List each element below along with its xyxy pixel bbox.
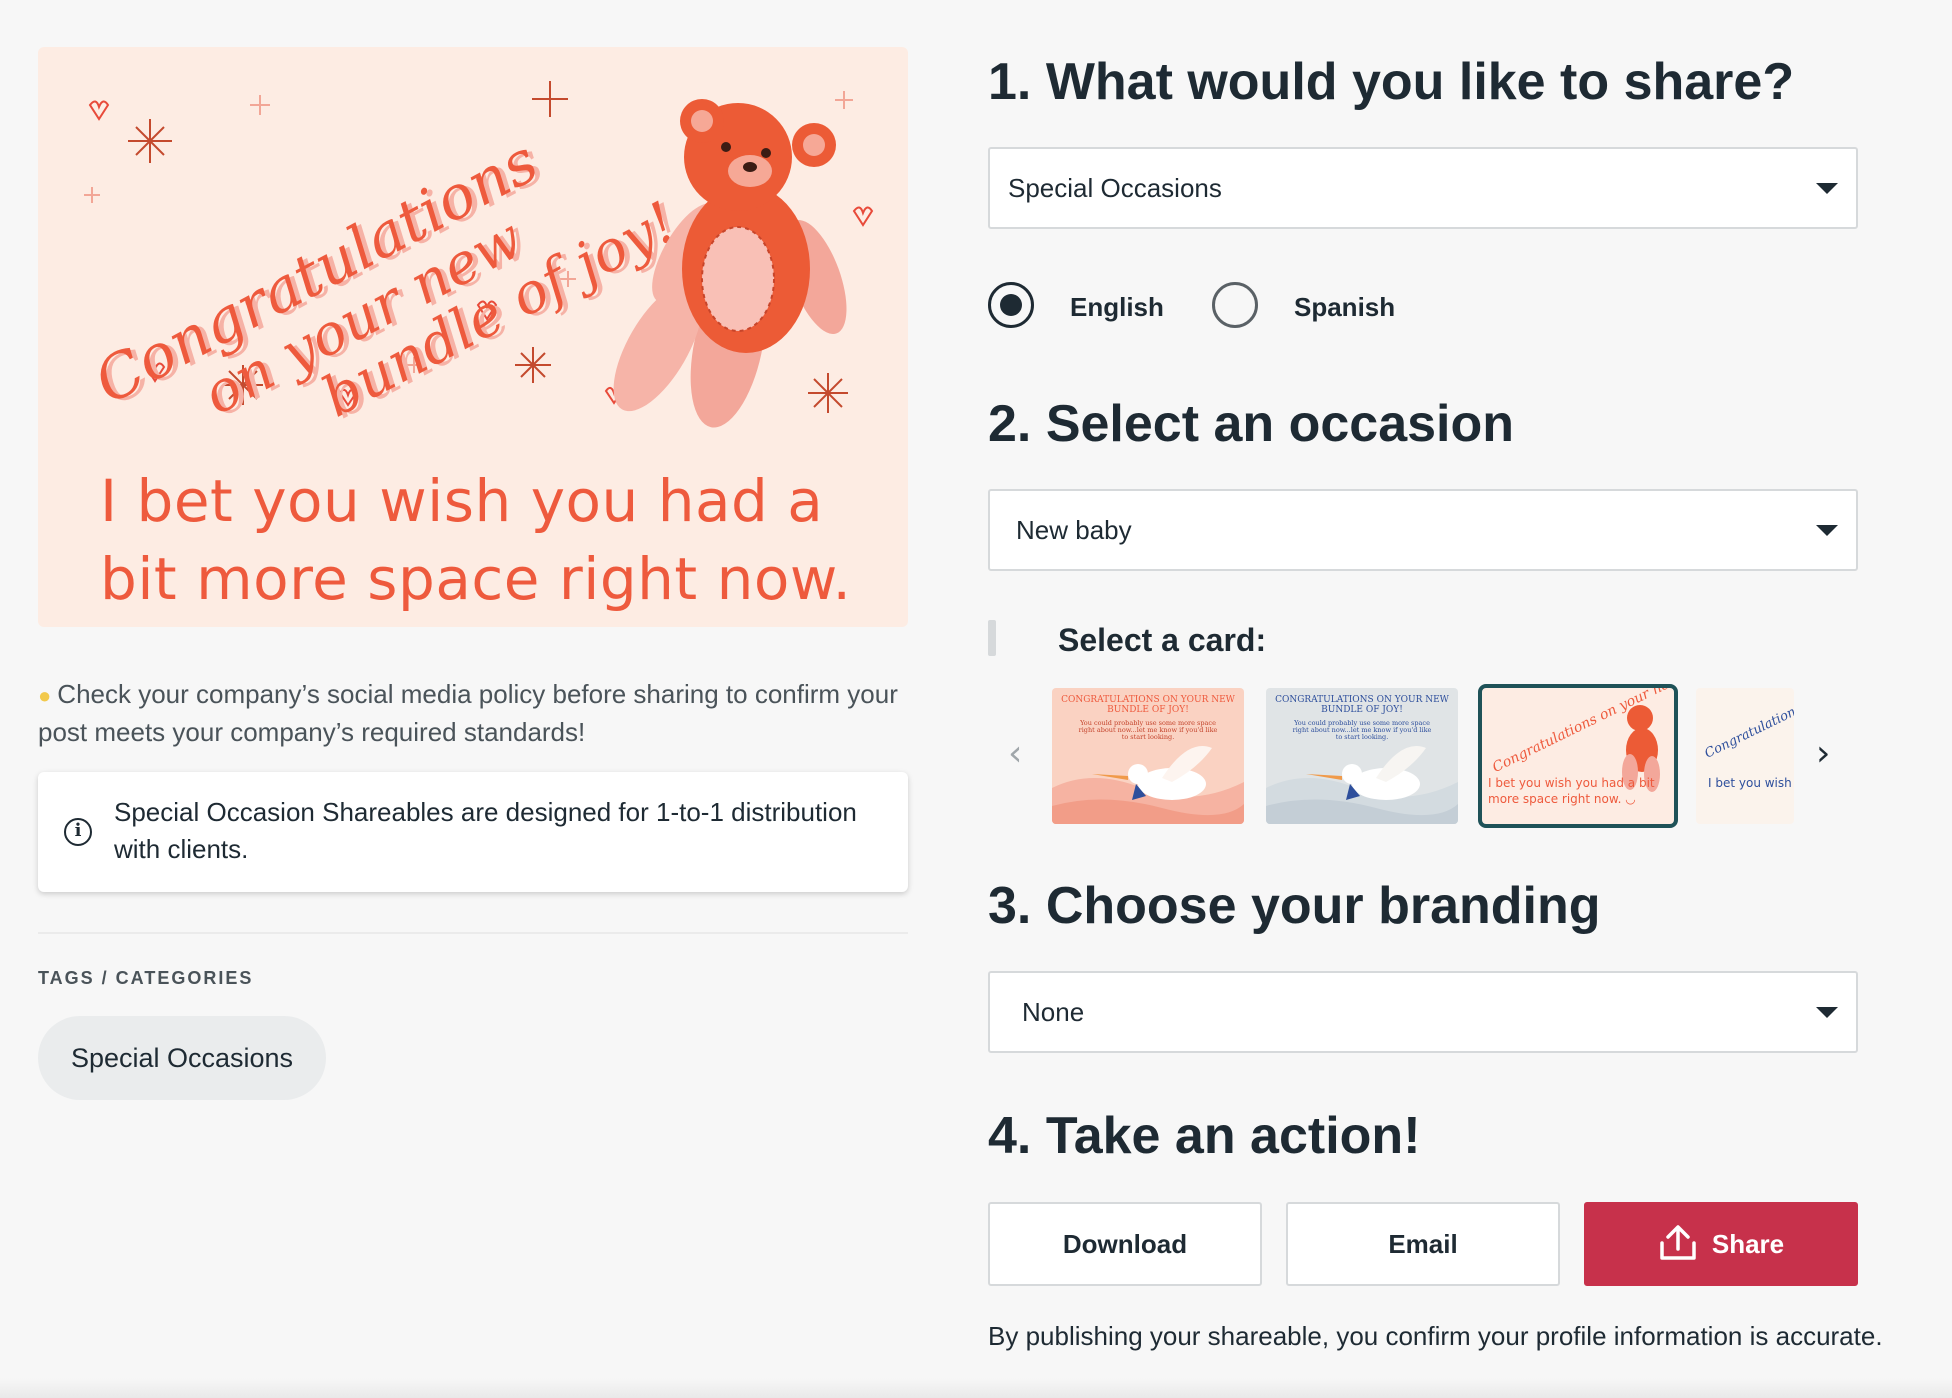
- bottom-edge: [0, 1378, 1952, 1398]
- occasion-select[interactable]: New baby: [988, 489, 1858, 571]
- occasion-value: New baby: [1016, 515, 1132, 545]
- card-thumb-4-title: Congratulations on your new bundle: [1702, 688, 1794, 762]
- card-thumb-2-body: You could probably use some more space r…: [1292, 719, 1432, 742]
- carousel-prev-icon[interactable]: ‹: [1008, 736, 1022, 772]
- publish-disclaimer: By publishing your shareable, you confir…: [988, 1321, 1883, 1351]
- card-thumb-1[interactable]: CONGRATULATIONS ON YOUR NEW BUNDLE OF JO…: [1052, 688, 1244, 824]
- policy-tip-text: Check your company’s social media policy…: [38, 679, 898, 747]
- upload-icon: [1660, 1225, 1696, 1260]
- info-notice-text: Special Occasion Shareables are designed…: [114, 797, 857, 864]
- english-radio[interactable]: [988, 282, 1034, 328]
- spanish-label[interactable]: Spanish: [1294, 292, 1395, 323]
- branding-value: None: [1022, 997, 1085, 1027]
- download-button[interactable]: Download: [988, 1202, 1262, 1286]
- caret-down-icon: [1816, 183, 1838, 194]
- select-card-label: Select a card:: [1058, 622, 1267, 658]
- step2-heading: 2. Select an occasion: [988, 395, 1515, 453]
- card-thumb-4-art: Congratulations on your new bundle: [1702, 688, 1794, 762]
- card-thumb-3-body: I bet you wish you had a bit more space …: [1488, 776, 1655, 806]
- scroll-indicator: [988, 620, 996, 656]
- card-preview: Congratulations Congratulations on your …: [38, 47, 908, 627]
- info-icon: i: [64, 818, 92, 846]
- tag-special-occasions[interactable]: Special Occasions: [38, 1016, 326, 1100]
- card-thumb-3[interactable]: Congratulations on your new bundle of jo…: [1478, 684, 1678, 828]
- email-button[interactable]: Email: [1286, 1202, 1560, 1286]
- lightbulb-icon: ●: [38, 683, 52, 708]
- step3-heading: 3. Choose your branding: [988, 877, 1601, 935]
- caret-down-icon: [1816, 525, 1838, 536]
- share-button[interactable]: Share: [1584, 1202, 1858, 1286]
- branding-select[interactable]: None: [988, 971, 1858, 1053]
- card-thumb-4-body: I bet you wish more space ri: [1708, 776, 1794, 790]
- card-thumb-2-title: CONGRATULATIONS ON YOUR NEW BUNDLE OF JO…: [1275, 695, 1449, 715]
- card-thumb-1-body: You could probably use some more space r…: [1078, 719, 1218, 742]
- step4-heading: 4. Take an action!: [988, 1107, 1421, 1165]
- share-label: Share: [1711, 1229, 1785, 1259]
- step1-heading: 1. What would you like to share?: [988, 53, 1795, 111]
- share-type-value: Special Occasions: [1008, 173, 1222, 203]
- english-label[interactable]: English: [1070, 292, 1164, 323]
- card-thumb-1-title: CONGRATULATIONS ON YOUR NEW BUNDLE OF JO…: [1061, 695, 1235, 715]
- info-notice: i Special Occasion Shareables are design…: [38, 772, 908, 892]
- carousel-next-icon[interactable]: ›: [1816, 736, 1830, 772]
- card-thumb-4[interactable]: Congratulations on your new bundle I bet…: [1696, 688, 1794, 824]
- card-message: I bet you wish you had a bit more space …: [100, 467, 852, 627]
- tags-label: TAGS / CATEGORIES: [38, 968, 254, 988]
- card-thumb-2[interactable]: CONGRATULATIONS ON YOUR NEW BUNDLE OF JO…: [1266, 688, 1458, 824]
- share-type-select[interactable]: Special Occasions: [988, 147, 1858, 229]
- divider: [38, 932, 908, 934]
- spanish-radio[interactable]: [1212, 282, 1258, 328]
- caret-down-icon: [1816, 1007, 1838, 1018]
- policy-tip: ● Check your company’s social media polic…: [38, 676, 918, 751]
